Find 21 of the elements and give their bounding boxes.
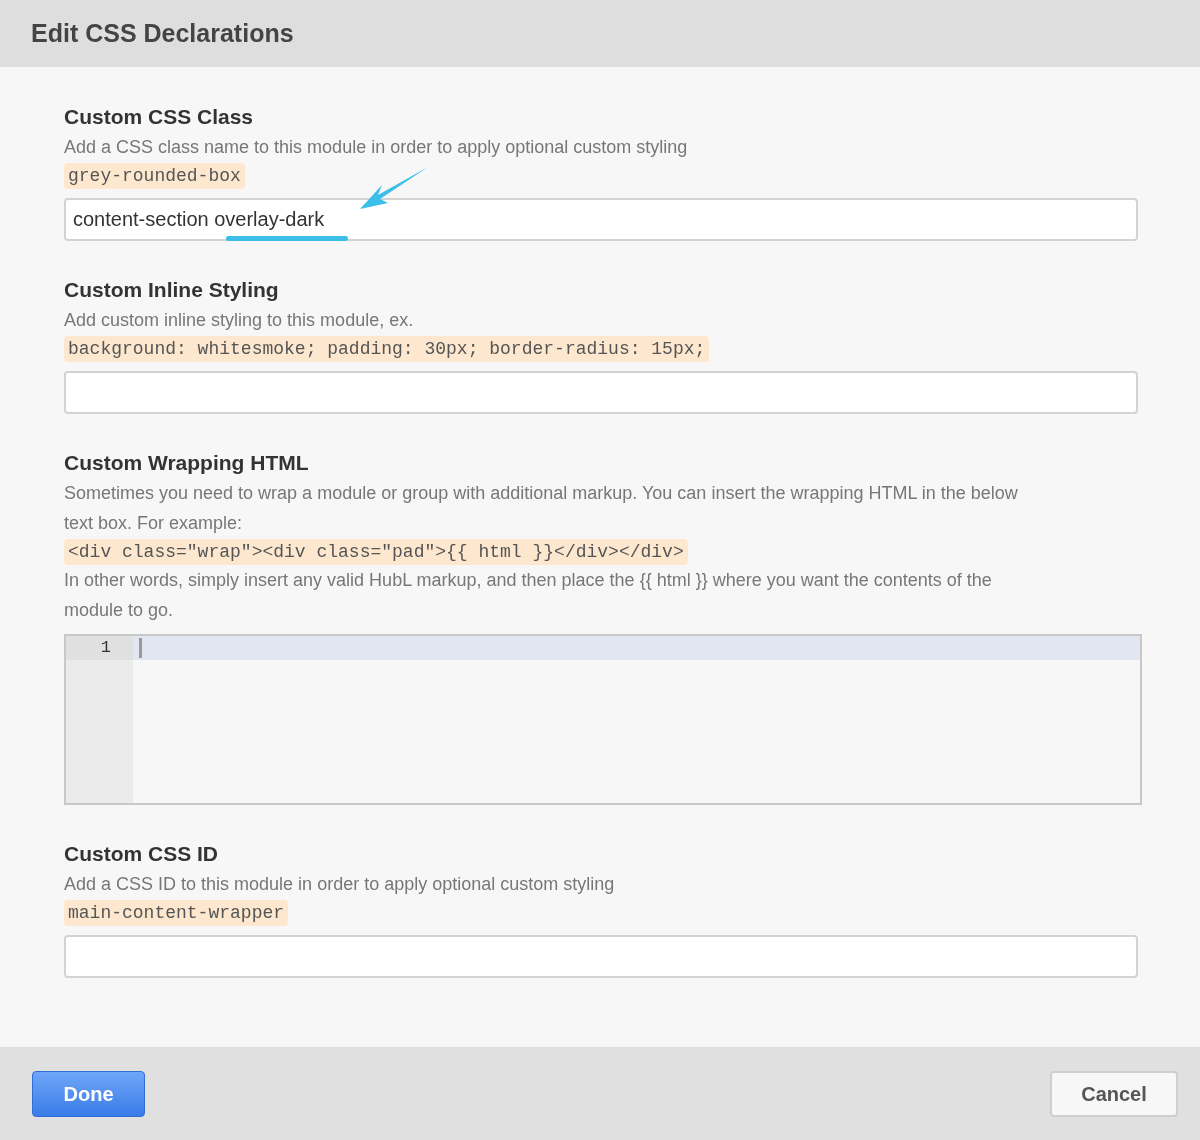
section-description: Sometimes you need to wrap a module or group with additional markup. You can insert the wrapping HTML in the below text box. For example:: [64, 482, 1019, 535]
section-description: Add custom inline styling to this module, ex.: [64, 309, 415, 332]
code-example: grey-rounded-box: [64, 163, 245, 189]
code-editor[interactable]: 1: [64, 634, 1142, 805]
section-heading: Custom Wrapping HTML: [64, 450, 310, 476]
text-input-field[interactable]: [64, 371, 1138, 414]
section-note: In other words, simply insert any valid HubL markup, and then place the {{ html }} where you want the contents of the module to go.: [64, 569, 993, 622]
section-heading: Custom Inline Styling: [64, 277, 280, 303]
section-heading: Custom CSS Class: [64, 104, 255, 130]
text-input-field[interactable]: [64, 935, 1138, 978]
code-example: main-content-wrapper: [64, 900, 289, 926]
text-cursor: [139, 638, 142, 658]
code-example: background: whitesmoke; padding: 30px; border-radius: 15px;: [64, 336, 710, 362]
section-description: Add a CSS class name to this module in order to apply optional custom styling: [64, 136, 689, 159]
section-description: Add a CSS ID to this module in order to apply optional custom styling: [64, 873, 616, 896]
text-input-field[interactable]: content-section overlay-dark: [64, 198, 1138, 241]
section-heading: Custom CSS ID: [64, 841, 219, 867]
line-number: 1: [66, 636, 133, 660]
dialog-title: Edit CSS Declarations: [31, 17, 294, 49]
cancel-button[interactable]: Cancel: [1050, 1070, 1178, 1117]
code-example: <div class="wrap"><div class="pad">{{ html }}</div></div>: [64, 539, 688, 565]
